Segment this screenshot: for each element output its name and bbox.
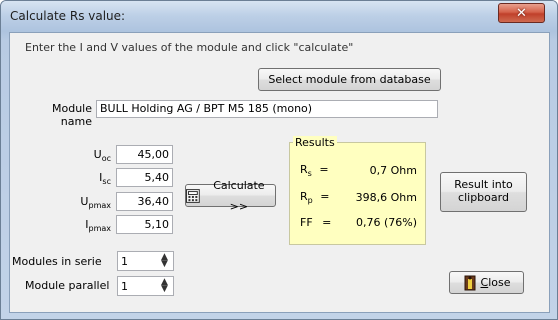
result-into-clipboard-button[interactable]: Result into clipboard — [440, 172, 527, 212]
close-label: Close — [480, 276, 511, 289]
results-panel: Results Rs = 0,7 Ohm Rp = 398,6 Ohm FF =… — [289, 136, 426, 245]
rp-value: 398,6 Ohm — [355, 191, 417, 204]
ff-value: 0,76 (76%) — [355, 216, 417, 229]
uoc-input[interactable]: 45,00 — [116, 145, 173, 164]
results-legend: Results — [293, 136, 337, 149]
title-bar[interactable]: Calculate Rs value: ✕ — [1, 1, 557, 31]
dialog-window: Calculate Rs value: ✕ Enter the I and V … — [0, 0, 558, 320]
calculate-label: Calculate >> — [213, 178, 265, 213]
ff-label: FF = — [300, 216, 332, 229]
dialog-client-area: Enter the I and V values of the module a… — [9, 32, 550, 313]
select-module-label: Select module from database — [268, 73, 431, 86]
modules-in-serie-spinner[interactable]: 1 ▲ ▼ — [117, 251, 174, 271]
clipboard-label-line1: Result into — [454, 178, 513, 191]
calculator-icon — [186, 188, 200, 203]
close-button[interactable]: Close — [449, 271, 524, 294]
rp-label: Rp = — [300, 190, 330, 205]
rs-label: Rs = — [300, 163, 329, 178]
spinner-arrows-icon[interactable]: ▲ ▼ — [158, 253, 171, 269]
rs-value: 0,7 Ohm — [369, 164, 417, 177]
door-exit-icon — [464, 275, 475, 290]
select-module-from-database-button[interactable]: Select module from database — [258, 68, 441, 91]
ipmax-label: Ipmax — [85, 218, 111, 233]
upmax-input[interactable]: 36,40 — [116, 192, 173, 211]
clipboard-label-line2: clipboard — [458, 191, 509, 204]
ipmax-input[interactable]: 5,10 — [116, 215, 173, 234]
spinner-arrows-icon[interactable]: ▲ ▼ — [158, 278, 171, 294]
calculate-button[interactable]: Calculate >> — [185, 179, 276, 213]
instruction-text: Enter the I and V values of the module a… — [25, 41, 354, 54]
close-icon: ✕ — [516, 5, 527, 21]
module-name-label: Module name — [52, 102, 92, 128]
modules-in-serie-label: Modules in serie — [12, 255, 102, 268]
module-parallel-spinner[interactable]: 1 ▲ ▼ — [117, 276, 174, 296]
uoc-label: Uoc — [93, 148, 111, 163]
module-parallel-label: Module parallel — [25, 279, 110, 292]
isc-label: Isc — [99, 171, 111, 186]
window-title: Calculate Rs value: — [10, 9, 126, 23]
isc-input[interactable]: 5,40 — [116, 168, 173, 187]
module-name-input[interactable]: BULL Holding AG / BPT M5 185 (mono) — [96, 100, 438, 118]
window-close-button[interactable]: ✕ — [498, 3, 545, 23]
upmax-label: Upmax — [80, 195, 111, 210]
